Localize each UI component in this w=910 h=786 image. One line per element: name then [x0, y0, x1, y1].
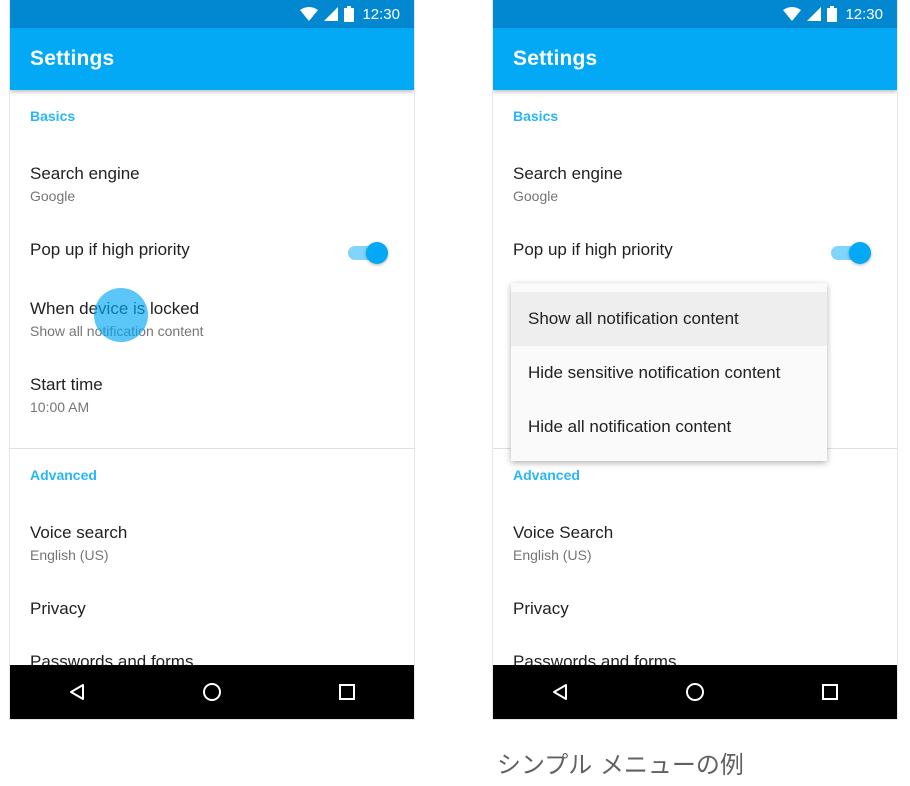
setting-label: Pop up if high priority — [513, 240, 673, 259]
recents-icon[interactable] — [327, 672, 367, 712]
setting-label: Search engine — [513, 164, 623, 183]
setting-value: Google — [513, 188, 559, 204]
status-time: 12:30 — [845, 5, 883, 23]
setting-value: Google — [30, 188, 76, 204]
popup-priority-toggle[interactable] — [831, 240, 871, 264]
setting-value: Show all notification content — [30, 323, 204, 339]
setting-label: Voice Search — [513, 523, 614, 542]
navigation-bar — [493, 665, 897, 719]
setting-value: English (US) — [513, 547, 592, 563]
setting-privacy[interactable]: Privacy — [30, 599, 394, 619]
menu-item-hide-sensitive[interactable]: Hide sensitive notification content — [511, 346, 827, 400]
setting-label: When device is locked — [30, 299, 200, 318]
setting-label: Passwords and forms — [30, 652, 194, 665]
setting-start-time[interactable]: Start time 10:00 AM — [30, 375, 394, 415]
battery-icon — [344, 6, 355, 22]
page-title: Settings — [30, 47, 115, 70]
setting-search-engine[interactable]: Search engine Google — [513, 164, 877, 204]
setting-label: Start time — [30, 375, 103, 394]
setting-popup-priority[interactable]: Pop up if high priority — [30, 240, 394, 260]
setting-passwords-forms[interactable]: Passwords and forms — [513, 652, 877, 665]
status-bar: 12:30 — [10, 0, 414, 28]
section-header-basics: Basics — [513, 108, 559, 124]
setting-value: 10:00 AM — [30, 399, 90, 415]
setting-label: Passwords and forms — [513, 652, 677, 665]
setting-popup-priority[interactable]: Pop up if high priority — [513, 240, 877, 260]
toggle-thumb — [366, 242, 388, 264]
toggle-thumb — [849, 242, 871, 264]
settings-list[interactable]: Basics Search engine Google Pop up if hi… — [10, 90, 414, 665]
setting-search-engine[interactable]: Search engine Google — [30, 164, 394, 204]
recents-icon[interactable] — [810, 672, 850, 712]
status-time: 12:30 — [362, 5, 400, 23]
setting-label: Search engine — [30, 164, 140, 183]
status-bar: 12:30 — [493, 0, 897, 28]
back-icon[interactable] — [540, 672, 580, 712]
section-header-advanced: Advanced — [513, 467, 580, 483]
phone-screen-right: 12:30 Settings Basics Search engine Goog… — [493, 0, 897, 719]
setting-passwords-forms[interactable]: Passwords and forms — [30, 652, 394, 665]
page-title: Settings — [513, 47, 598, 70]
setting-label: Privacy — [513, 599, 569, 618]
setting-label: Privacy — [30, 599, 86, 618]
wifi-icon — [300, 7, 319, 21]
setting-value: English (US) — [30, 547, 109, 563]
cell-signal-icon — [807, 7, 822, 21]
simple-menu: Show all notification content Hide sensi… — [511, 283, 827, 461]
navigation-bar — [10, 665, 414, 719]
popup-priority-toggle[interactable] — [348, 240, 388, 264]
back-icon[interactable] — [57, 672, 97, 712]
setting-label: Voice search — [30, 523, 128, 542]
section-header-advanced: Advanced — [30, 467, 97, 483]
home-icon[interactable] — [675, 672, 715, 712]
figure-caption: シンプル メニューの例 — [497, 751, 744, 779]
home-icon[interactable] — [192, 672, 232, 712]
setting-device-locked[interactable]: When device is locked Show all notificat… — [30, 299, 394, 339]
menu-item-hide-all[interactable]: Hide all notification content — [511, 400, 827, 454]
divider — [10, 448, 414, 449]
section-header-basics: Basics — [30, 108, 76, 124]
setting-privacy[interactable]: Privacy — [513, 599, 877, 619]
cell-signal-icon — [324, 7, 339, 21]
app-bar: Settings — [493, 28, 897, 90]
phone-screen-left: 12:30 Settings Basics Search engine Goog… — [10, 0, 414, 719]
menu-item-show-all[interactable]: Show all notification content — [511, 292, 827, 346]
battery-icon — [827, 6, 838, 22]
app-bar: Settings — [10, 28, 414, 90]
wifi-icon — [783, 7, 802, 21]
setting-label: Pop up if high priority — [30, 240, 190, 259]
setting-voice-search[interactable]: Voice Search English (US) — [513, 523, 877, 563]
setting-voice-search[interactable]: Voice search English (US) — [30, 523, 394, 563]
touch-ripple — [94, 288, 148, 342]
